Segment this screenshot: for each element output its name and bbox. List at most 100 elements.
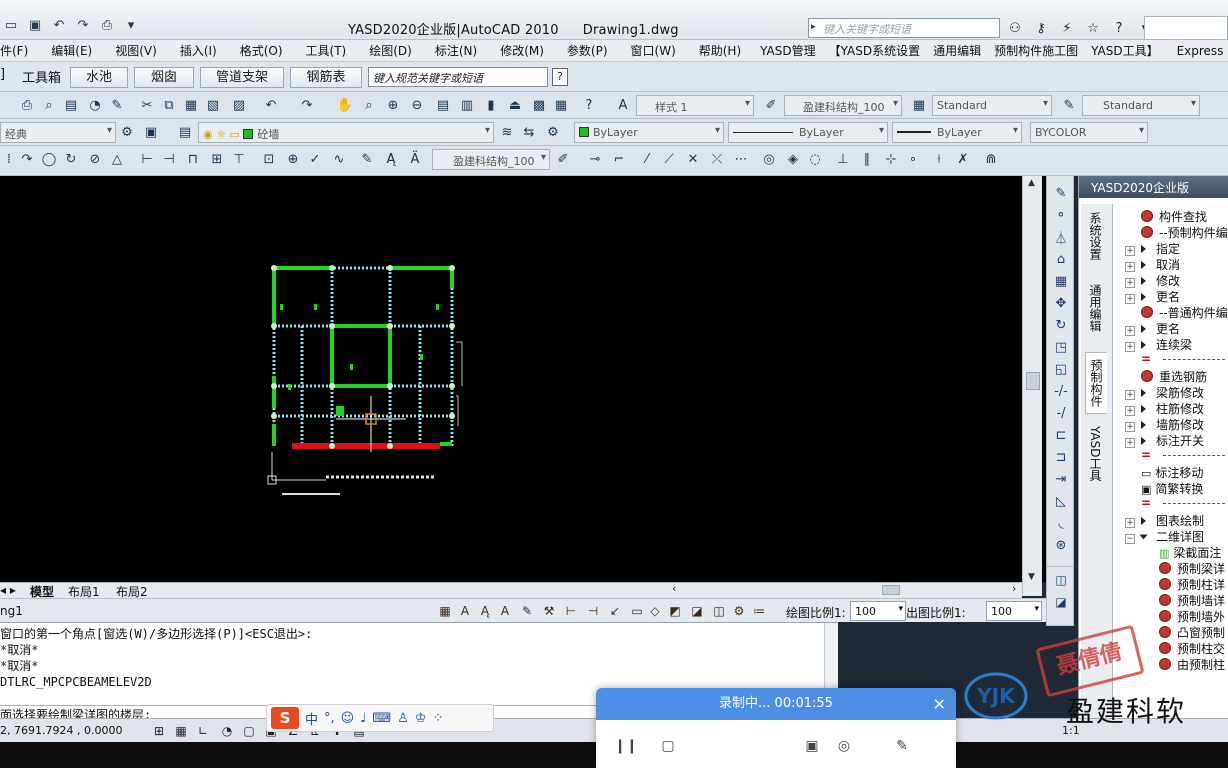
osnap-settings-icon[interactable]: ⋒ bbox=[982, 150, 1000, 168]
rotate-icon[interactable]: ↻ bbox=[1052, 316, 1070, 334]
snap-mode-icon[interactable]: ⊞ bbox=[150, 722, 168, 740]
bring-front-icon[interactable]: ◫ bbox=[1052, 571, 1070, 589]
break-point-icon[interactable]: ⊏ bbox=[1052, 426, 1070, 444]
layer-tool-icon[interactable]: ▦ bbox=[436, 602, 454, 620]
tree-item[interactable]: 凸窗预制 bbox=[1159, 624, 1225, 640]
pen-icon[interactable]: ✎ bbox=[892, 736, 912, 756]
help-icon[interactable]: ? bbox=[1108, 18, 1130, 38]
layer-state-icon[interactable]: ⚙ bbox=[544, 123, 562, 141]
expand-icon[interactable]: + bbox=[1125, 406, 1135, 416]
offset-icon[interactable]: ⌂ bbox=[1052, 250, 1070, 268]
array-icon[interactable]: ▦ bbox=[1052, 272, 1070, 290]
dimension-tool-icon[interactable]: ⊢ bbox=[562, 602, 580, 620]
blue-box-2-icon[interactable]: ◫ bbox=[710, 602, 728, 620]
3d-dwf-icon[interactable]: ◔ bbox=[86, 96, 104, 114]
expand-icon[interactable]: + bbox=[1125, 390, 1135, 400]
span-tool-icon[interactable]: ⊣ bbox=[584, 602, 602, 620]
dim-update-icon[interactable]: ✐ bbox=[554, 150, 572, 168]
polar-tracking-icon[interactable]: ◔ bbox=[218, 722, 236, 740]
tree-item[interactable]: + 墙筋修改 bbox=[1125, 416, 1204, 432]
snap-parallel-icon[interactable]: ∥ bbox=[858, 150, 876, 168]
keyboard-icon[interactable]: ⌨ bbox=[372, 711, 391, 726]
tree-item[interactable]: + 梁筋修改 bbox=[1125, 384, 1204, 400]
tree-item[interactable]: + 图表绘制 bbox=[1125, 512, 1204, 528]
publish-icon[interactable]: ▤ bbox=[62, 96, 80, 114]
scroll-left-icon[interactable]: ‹ bbox=[672, 582, 676, 595]
table-style-select[interactable]: Standard ▾ bbox=[932, 95, 1052, 116]
screenshot-icon[interactable]: ▣ bbox=[802, 736, 822, 756]
wrench-icon[interactable]: ⚒ bbox=[540, 602, 558, 620]
match-properties-icon[interactable]: ▧ bbox=[204, 96, 222, 114]
snap-nearest-icon[interactable]: ⟊ bbox=[930, 150, 948, 168]
draw-dim-style-select[interactable]: 盈建科结构_100 ▾ bbox=[432, 149, 550, 170]
key-icon[interactable]: ⚷ bbox=[1030, 18, 1052, 38]
snap-perpendicular-icon[interactable]: ⊥ bbox=[834, 150, 852, 168]
tree-item[interactable]: 预制梁详 bbox=[1159, 560, 1225, 576]
color-select[interactable]: ByLayer ▾ bbox=[574, 122, 724, 143]
aligned-dim-icon[interactable]: ⊣ bbox=[160, 150, 178, 168]
tree-item[interactable]: + 标注开关 bbox=[1125, 432, 1204, 448]
multileader-style-icon[interactable]: ✎ bbox=[1060, 96, 1078, 114]
zoom-window-icon[interactable]: ⊕ bbox=[384, 96, 402, 114]
menu-dimension[interactable]: 标注(N) bbox=[435, 42, 477, 59]
expand-icon[interactable]: + bbox=[1125, 518, 1135, 528]
toolbox-label[interactable]: 工具箱 bbox=[22, 67, 61, 86]
draw-scale-select[interactable]: 100 ▾ bbox=[850, 601, 906, 621]
red-box-icon[interactable]: ◩ bbox=[666, 602, 684, 620]
settings-icon[interactable]: ⚙ bbox=[730, 602, 748, 620]
leader-tool-icon[interactable]: ↙ bbox=[606, 602, 624, 620]
wave-icon[interactable]: ∿ bbox=[330, 150, 348, 168]
snap-node-icon[interactable]: ∘ bbox=[904, 150, 922, 168]
ortho-mode-icon[interactable]: ∟ bbox=[194, 722, 212, 740]
copy-icon[interactable]: ⧉ bbox=[160, 96, 178, 114]
tree-item[interactable]: + 取消 bbox=[1125, 256, 1180, 272]
scroll-thumb[interactable] bbox=[1026, 372, 1040, 390]
skin-icon[interactable]: ♔ bbox=[415, 711, 427, 726]
star-icon[interactable]: ☆ bbox=[1082, 18, 1104, 38]
expand-icon[interactable]: + bbox=[1125, 294, 1135, 304]
menu-format[interactable]: 格式(O) bbox=[240, 42, 283, 59]
text-style-tool-icon[interactable]: Ą bbox=[476, 602, 494, 620]
center-mark-icon[interactable]: ⊕ bbox=[284, 150, 302, 168]
tag-tool-icon[interactable]: ◇ bbox=[646, 602, 664, 620]
copy-object-icon[interactable]: ⚬ bbox=[1052, 206, 1070, 224]
calculator-icon[interactable]: ▦ bbox=[552, 96, 570, 114]
zoom-previous-icon[interactable]: ⊖ bbox=[408, 96, 426, 114]
menu-draw[interactable]: 绘图(D) bbox=[369, 42, 412, 59]
help-search-input[interactable]: ▸ 键入关键字或短语 bbox=[808, 18, 1000, 38]
qat-dropdown-icon[interactable]: ▾ bbox=[120, 14, 142, 36]
plot-icon[interactable]: ✎ bbox=[108, 96, 126, 114]
baseline-dim-icon[interactable]: ⊓ bbox=[184, 150, 202, 168]
tree-item[interactable]: --普通构件编 bbox=[1141, 304, 1228, 320]
expand-arrow-icon[interactable]: ▸ bbox=[811, 22, 816, 32]
blue-box-icon[interactable]: ◪ bbox=[688, 602, 706, 620]
erase-icon[interactable]: ✎ bbox=[1052, 184, 1070, 202]
circle-icon[interactable]: ◯ bbox=[40, 150, 58, 168]
snap-quadrant-icon[interactable]: ◈ bbox=[784, 150, 802, 168]
print-icon[interactable]: ⎙ bbox=[18, 96, 36, 114]
multileader-style-select[interactable]: Standard ▾ bbox=[1082, 95, 1200, 116]
plotstyle-select[interactable]: BYCOLOR ▾ bbox=[1030, 122, 1148, 143]
collapse-icon[interactable]: − bbox=[1125, 534, 1135, 544]
punctuation-icon[interactable]: °, bbox=[324, 711, 335, 726]
text-edit-icon[interactable]: Ä bbox=[406, 150, 424, 168]
properties-icon[interactable]: ▤ bbox=[434, 96, 452, 114]
table-style-icon[interactable]: ▦ bbox=[910, 96, 928, 114]
menu-general-edit[interactable]: 通用编辑 bbox=[933, 42, 981, 59]
tree-item[interactable]: 由预制柱 bbox=[1159, 656, 1225, 672]
menu-parametric[interactable]: 参数(P) bbox=[567, 42, 608, 59]
expand-icon[interactable]: + bbox=[1125, 246, 1135, 256]
pool-button[interactable]: 水池 bbox=[70, 67, 128, 88]
microphone-icon[interactable]: ♩ bbox=[360, 711, 366, 726]
explode-icon[interactable]: ⊛ bbox=[1052, 536, 1070, 554]
rebar-table-button[interactable]: 钢筋表 bbox=[290, 67, 362, 88]
block-editor-icon[interactable]: ▨ bbox=[230, 96, 248, 114]
undo-icon[interactable]: ↶ bbox=[262, 96, 280, 114]
layer-select[interactable]: ◉ ☼ ▭ 砼墙 ▾ bbox=[198, 122, 494, 143]
menu-edit[interactable]: 编辑(E) bbox=[51, 42, 92, 59]
mirror-icon[interactable]: ⏃ bbox=[1052, 228, 1070, 247]
expand-icon[interactable]: + bbox=[1125, 262, 1135, 272]
zoom-realtime-icon[interactable]: ⌕ bbox=[360, 96, 378, 114]
text-align-icon[interactable]: Ą bbox=[382, 150, 400, 168]
chimney-button[interactable]: 烟囱 bbox=[134, 67, 194, 88]
